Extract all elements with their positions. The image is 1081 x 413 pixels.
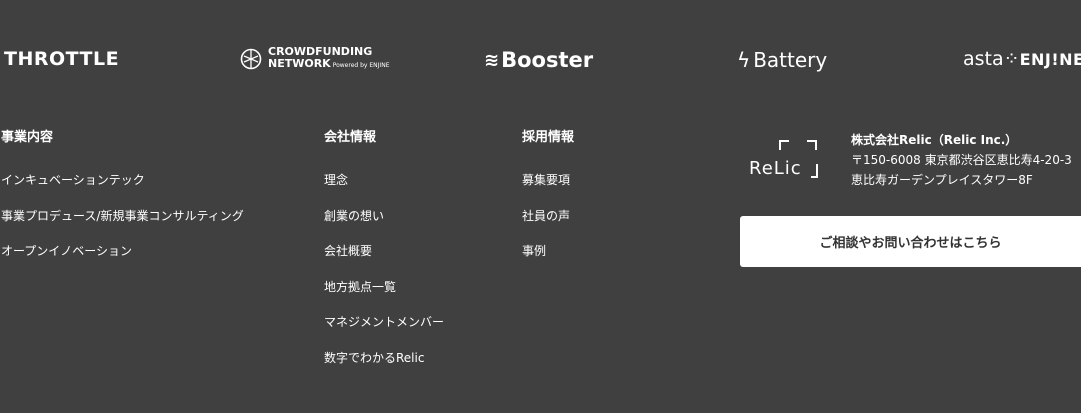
footer-link[interactable]: 募集要項 [522,173,570,188]
address-line1: 〒150-6008 東京都渋谷区恵比寿4-20-3 [851,153,1072,167]
booster-mark-icon: ≋ [484,49,500,71]
footer-link[interactable]: 事業プロデュース/新規事業コンサルティング [1,209,244,224]
corner-mark-icon [779,140,789,150]
corner-mark-icon [811,164,818,178]
address-line2: 恵比寿ガーデンプレイスタワー8F [851,173,1033,187]
recruit-links: 募集要項 社員の声 事例 [522,173,570,280]
sparkle-icon: ⁘ [1003,48,1020,70]
relic-logo-text: ReLic [749,158,802,179]
footer-column-company: 会社情報 理念 創業の想い 会社概要 地方拠点一覧 マネジメントメンバー 数字で… [324,130,444,365]
footer-link[interactable]: インキュベーションテック [1,173,244,188]
business-links: インキュベーションテック 事業プロデュース/新規事業コンサルティング オープンイ… [1,173,244,280]
asta-logo-text: asta [963,48,1004,70]
footer-link[interactable]: 社員の声 [522,209,570,224]
booster-logo[interactable]: ≋ Booster [484,48,593,72]
footer-link[interactable]: 事例 [522,244,570,259]
recruit-heading[interactable]: 採用情報 [522,130,574,146]
corner-mark-icon [807,140,817,150]
battery-logo[interactable]: ϟ Battery [737,48,827,72]
battery-logo-text: Battery [753,48,828,72]
asta-enjine-logo[interactable]: asta ⁘ ENJ!NE [963,48,1081,70]
footer-link[interactable]: 創業の想い [324,209,444,224]
footer-column-business: 事業内容 インキュベーションテック 事業プロデュース/新規事業コンサルティング … [1,130,244,258]
footer-link[interactable]: オープンイノベーション [1,244,244,259]
enjine-logo-text: ENJ!NE [1019,49,1081,69]
footer-link[interactable]: 理念 [324,173,444,188]
bolt-icon: ϟ [737,48,751,72]
contact-button[interactable]: ご相談やお問い合わせはこちら [740,216,1081,267]
crowdfunding-network-logo[interactable]: CROWDFUNDING NETWORK Powered by ENJINE [240,46,389,72]
booster-logo-text: Booster [501,48,594,72]
business-heading[interactable]: 事業内容 [1,130,53,146]
company-address: 株式会社Relic（Relic Inc.） 〒150-6008 東京都渋谷区恵比… [851,130,1072,190]
crowdfunding-globe-icon [240,48,262,70]
footer-link[interactable]: 地方拠点一覧 [324,280,444,295]
crowdfunding-line2: NETWORK [268,57,331,70]
footer-link[interactable]: マネジメントメンバー [324,315,444,330]
company-name: 株式会社Relic（Relic Inc.） [851,133,1018,147]
footer-column-recruit: 採用情報 募集要項 社員の声 事例 [522,130,574,258]
crowdfunding-powered: Powered by ENJINE [332,62,390,69]
throttle-logo-text: THROTTLE [4,48,120,70]
throttle-logo[interactable]: THROTTLE [4,48,119,70]
partner-logos: THROTTLE CROWDFUNDING NETWORK Powered by … [0,40,1081,86]
company-links: 理念 創業の想い 会社概要 地方拠点一覧 マネジメントメンバー 数字でわかるRe… [324,173,444,387]
company-heading[interactable]: 会社情報 [324,130,376,146]
footer-link[interactable]: 数字でわかるRelic [324,351,444,366]
footer-link[interactable]: 会社概要 [324,244,444,259]
relic-logo[interactable]: ReLic [749,138,819,184]
